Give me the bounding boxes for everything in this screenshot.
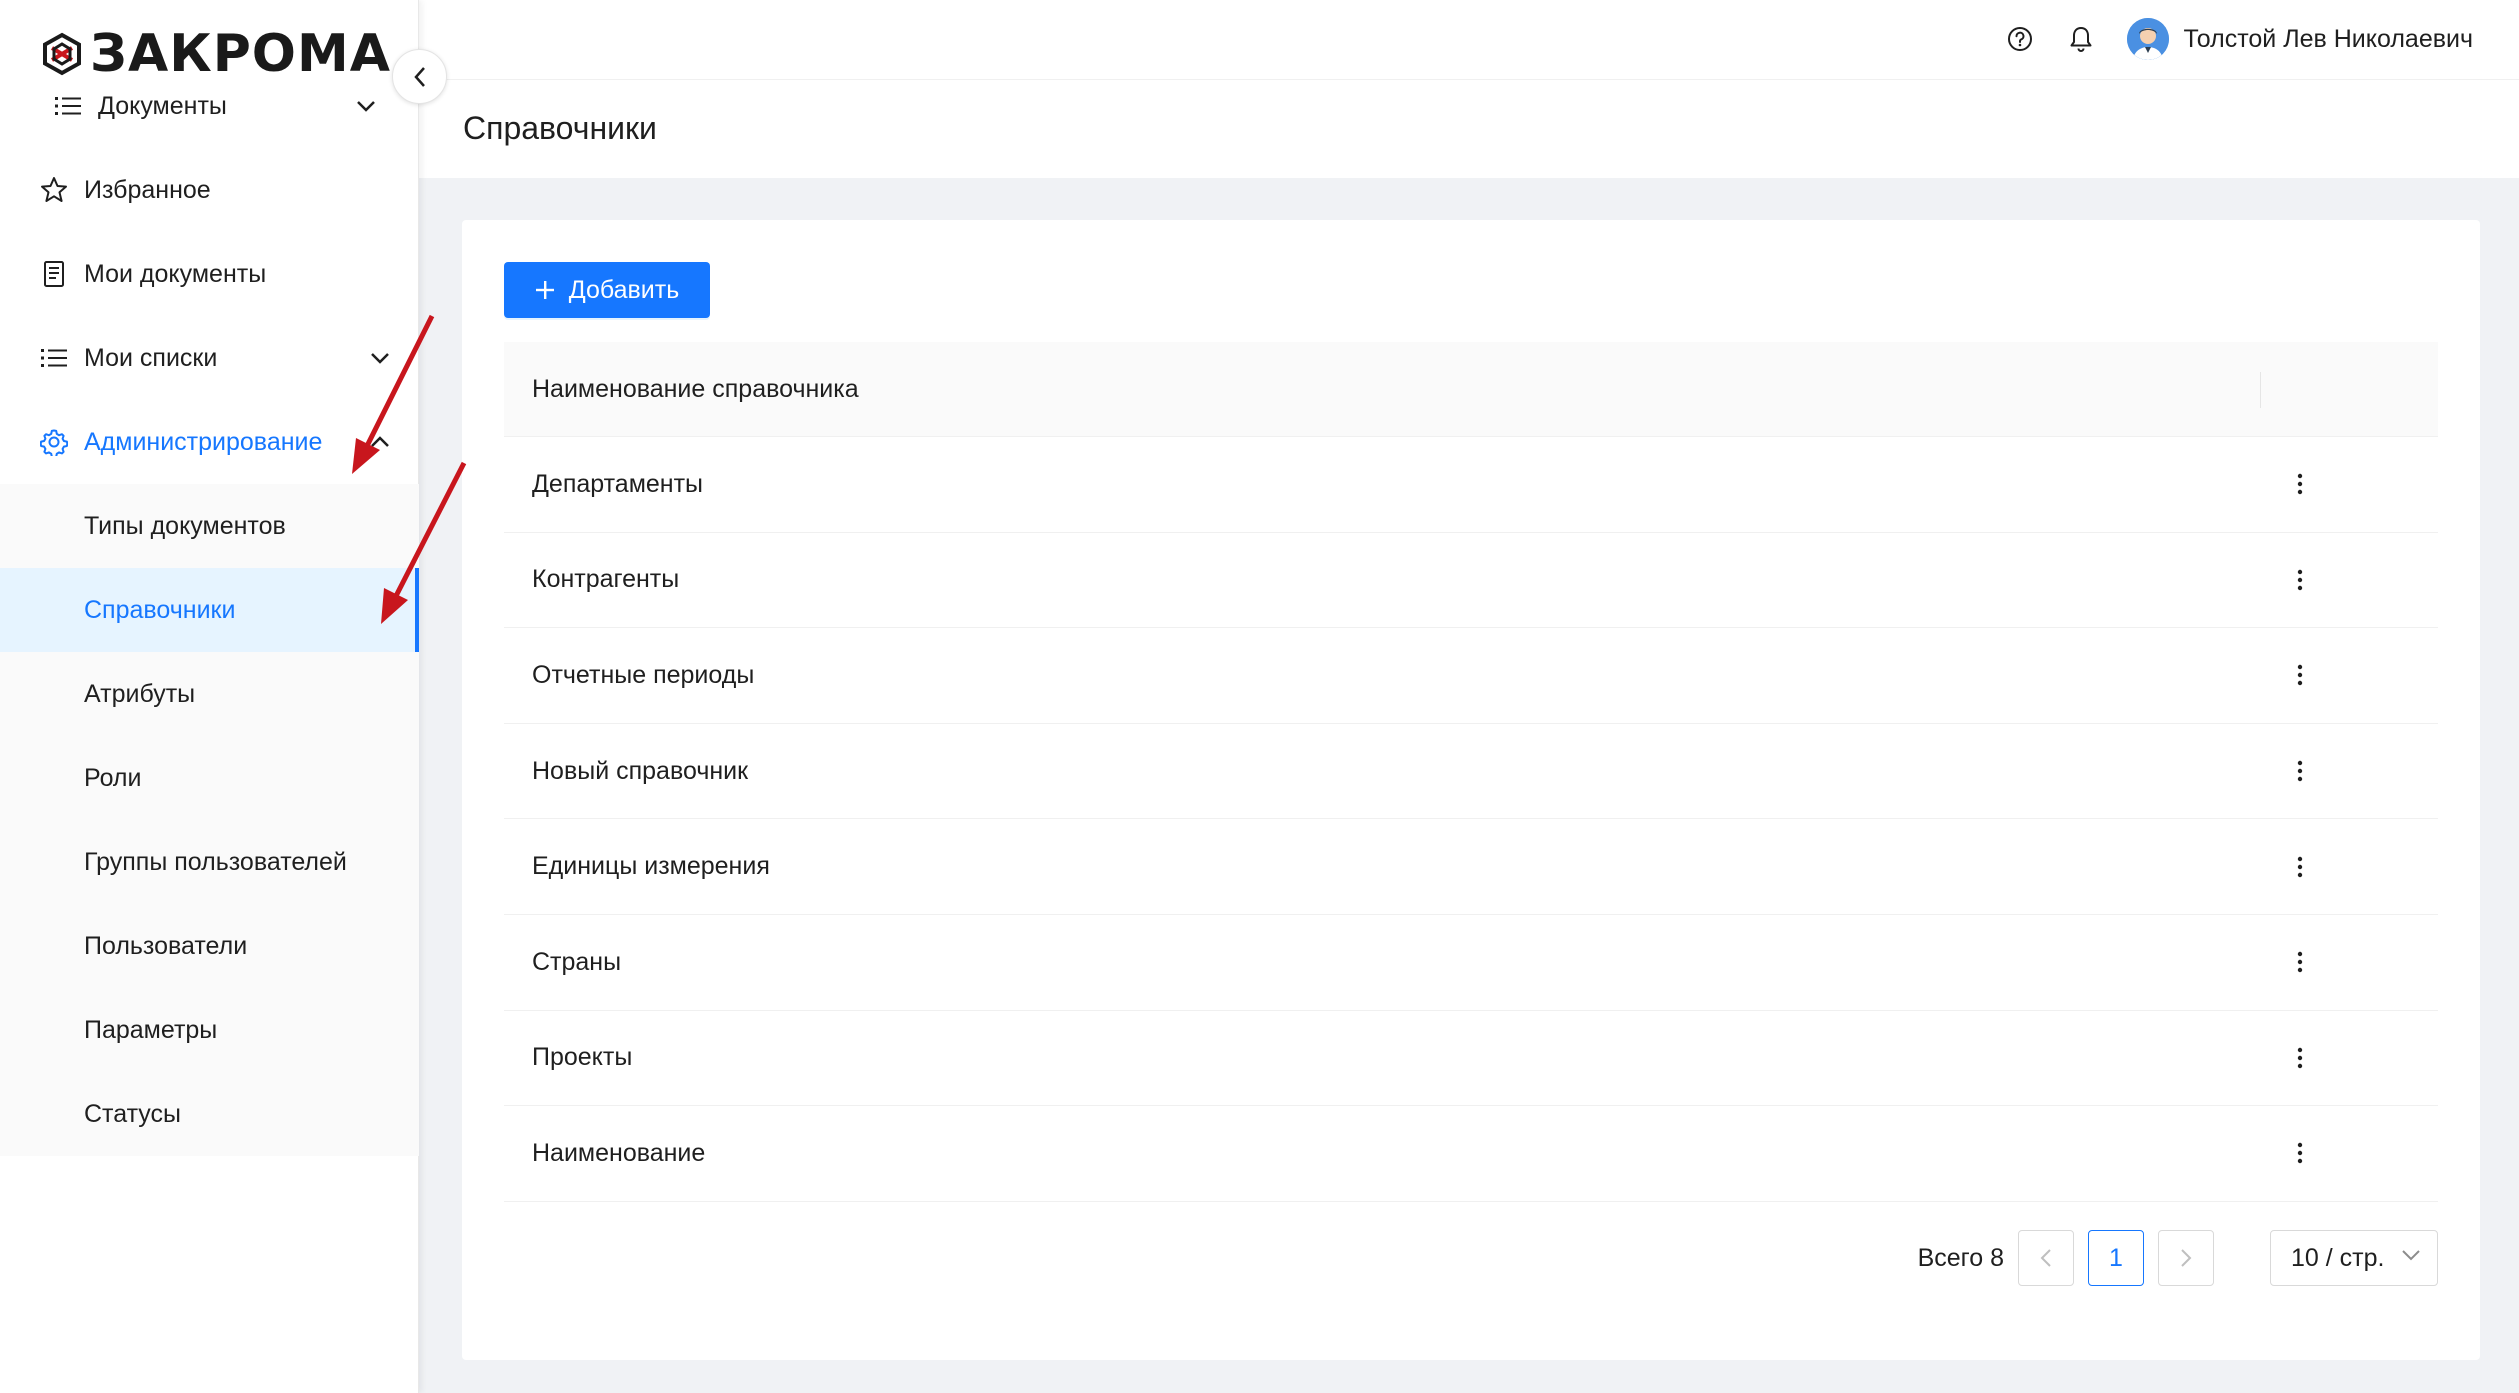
star-icon (40, 176, 68, 204)
sidebar-item-label: Документы (98, 91, 227, 120)
chevron-up-icon (368, 430, 392, 454)
table-header: Наименование справочника (504, 342, 2438, 437)
column-divider (2260, 372, 2261, 408)
sidebar-item-label: Типы документов (84, 511, 286, 540)
bell-icon[interactable] (2066, 24, 2096, 54)
pagination: Всего 8 1 10 / стр. (1918, 1230, 2438, 1286)
column-header-name[interactable]: Наименование справочника (532, 375, 859, 404)
sidebar-item-label: Роли (84, 763, 142, 792)
sidebar-item-administration[interactable]: Администрирование (0, 400, 419, 484)
top-header: Толстой Лев Николаевич (419, 0, 2519, 80)
sidebar-item-label: Параметры (84, 1015, 218, 1044)
sidebar-item-label: Статусы (84, 1099, 181, 1128)
plus-icon (535, 281, 554, 299)
more-vertical-icon[interactable] (2288, 852, 2312, 882)
sidebar-item-my-documents[interactable]: Мои документы (0, 232, 419, 316)
sidebar-item-favorites[interactable]: Избранное (0, 148, 419, 232)
sidebar-item-roles[interactable]: Роли (0, 736, 419, 820)
chevron-right-icon (2181, 1249, 2192, 1267)
sidebar-item-statuses[interactable]: Статусы (0, 1072, 419, 1156)
row-name: Новый справочник (532, 756, 749, 785)
sidebar: ЗАКРОМА Документы Избранное Мои документ… (0, 0, 419, 1393)
sidebar-item-directories[interactable]: Справочники (0, 568, 419, 652)
pagination-page-current[interactable]: 1 (2088, 1230, 2144, 1286)
list-icon (40, 344, 68, 372)
row-name: Отчетные периоды (532, 660, 755, 689)
page-size-select[interactable]: 10 / стр. (2270, 1230, 2438, 1286)
sidebar-item-attributes[interactable]: Атрибуты (0, 652, 419, 736)
more-vertical-icon[interactable] (2288, 565, 2312, 595)
row-name: Наименование (532, 1138, 706, 1167)
sidebar-item-label: Пользователи (84, 931, 248, 960)
directories-table: Наименование справочника Департаменты Кон… (504, 342, 2438, 1202)
page-header: Справочники (419, 80, 2519, 178)
table-body: Департаменты Контрагенты Отчетные периоды Н… (504, 437, 2438, 1202)
content-card: Добавить Наименование справочника Департ… (462, 220, 2480, 1360)
table-row[interactable]: Контрагенты (504, 533, 2438, 629)
add-button-label: Добавить (568, 275, 680, 304)
table-row[interactable]: Департаменты (504, 437, 2438, 533)
pagination-prev-button[interactable] (2018, 1230, 2074, 1286)
sidebar-item-label: Администрирование (84, 427, 323, 456)
gear-icon (40, 428, 68, 456)
row-name: Проекты (532, 1043, 633, 1072)
chevron-down-icon (368, 346, 392, 370)
page-size-value: 10 / стр. (2291, 1243, 2385, 1272)
pagination-total: Всего 8 (1917, 1243, 2004, 1272)
table-row[interactable]: Проекты (504, 1011, 2438, 1107)
table-row[interactable]: Страны (504, 915, 2438, 1011)
table-row[interactable]: Наименование (504, 1106, 2438, 1202)
chevron-left-icon (413, 66, 425, 87)
sidebar-item-my-lists[interactable]: Мои списки (0, 316, 419, 400)
add-button[interactable]: Добавить (504, 262, 710, 318)
sidebar-item-label: Группы пользователей (84, 847, 347, 876)
admin-submenu: Типы документов Справочники Атрибуты Рол… (0, 484, 419, 1156)
help-circle-icon[interactable] (2005, 24, 2035, 54)
more-vertical-icon[interactable] (2288, 756, 2312, 786)
row-name: Страны (532, 947, 622, 976)
sidebar-item-label: Мои документы (84, 259, 267, 288)
more-vertical-icon[interactable] (2288, 1138, 2312, 1168)
sidebar-item-users[interactable]: Пользователи (0, 904, 419, 988)
sidebar-item-label: Избранное (84, 175, 211, 204)
row-name: Единицы измерения (532, 852, 770, 881)
sidebar-item-label: Справочники (84, 595, 236, 624)
table-row[interactable]: Единицы измерения (504, 819, 2438, 915)
sidebar-item-parameters[interactable]: Параметры (0, 988, 419, 1072)
row-name: Департаменты (532, 469, 704, 498)
chevron-down-icon (354, 94, 378, 118)
sidebar-item-document-types[interactable]: Типы документов (0, 484, 419, 568)
table-row[interactable]: Отчетные периоды (504, 628, 2438, 724)
more-vertical-icon[interactable] (2288, 1043, 2312, 1073)
header-actions: Толстой Лев Николаевич (2005, 14, 2473, 64)
list-icon (54, 92, 82, 120)
table-row[interactable]: Новый справочник (504, 724, 2438, 820)
more-vertical-icon[interactable] (2288, 660, 2312, 690)
avatar[interactable] (2127, 18, 2170, 60)
row-name: Контрагенты (532, 565, 680, 594)
document-icon (40, 260, 68, 288)
sidebar-item-documents[interactable]: Документы (0, 64, 419, 148)
user-name[interactable]: Толстой Лев Николаевич (2183, 25, 2473, 54)
sidebar-item-label: Атрибуты (84, 679, 196, 708)
more-vertical-icon[interactable] (2288, 469, 2312, 499)
page-title: Справочники (463, 110, 657, 146)
sidebar-menu: Документы Избранное Мои документы Мои сп… (0, 64, 419, 1156)
pagination-next-button[interactable] (2158, 1230, 2214, 1286)
sidebar-collapse-button[interactable] (392, 49, 447, 104)
more-vertical-icon[interactable] (2288, 947, 2312, 977)
chevron-down-icon (2402, 1250, 2420, 1261)
sidebar-item-user-groups[interactable]: Группы пользователей (0, 820, 419, 904)
chevron-left-icon (2040, 1249, 2051, 1267)
sidebar-item-label: Мои списки (84, 343, 218, 372)
